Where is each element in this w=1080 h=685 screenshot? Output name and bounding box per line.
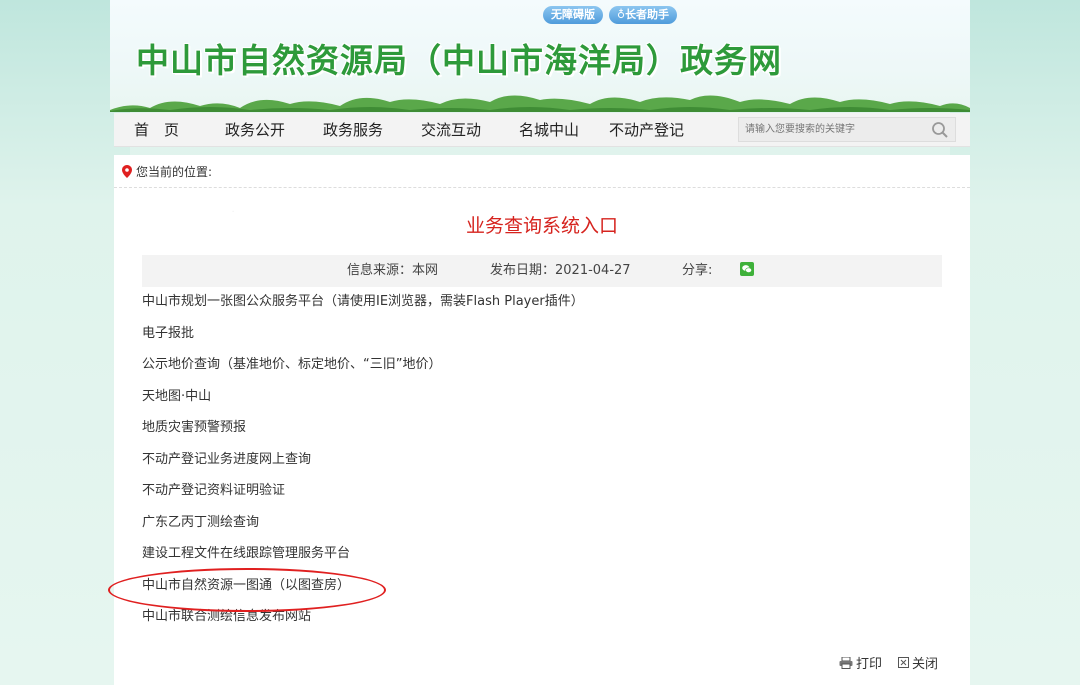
publish-date: 发布日期：2021-04-27 bbox=[490, 263, 631, 278]
search-icon[interactable] bbox=[931, 121, 949, 139]
link-surveying-query[interactable]: 广东乙丙丁测绘查询 bbox=[142, 513, 259, 533]
barrier-free-button[interactable]: 无障碍版 bbox=[543, 6, 603, 24]
nav-interaction[interactable]: 交流互动 bbox=[421, 113, 481, 147]
print-label: 打印 bbox=[856, 657, 883, 672]
page-title: 业务查询系统入口 bbox=[465, 215, 618, 237]
link-construction-tracking[interactable]: 建设工程文件在线跟踪管理服务平台 bbox=[142, 544, 350, 564]
highlight-annotation bbox=[108, 568, 386, 612]
share-label: 分享: bbox=[682, 263, 713, 278]
link-registration-progress[interactable]: 不动产登记业务进度网上查询 bbox=[142, 450, 311, 470]
search-input[interactable] bbox=[739, 118, 919, 141]
info-source: 信息来源：本网 bbox=[347, 263, 439, 278]
nav-famous-city[interactable]: 名城中山 bbox=[519, 113, 579, 147]
link-geo-disaster-warning[interactable]: 地质灾害预警预报 bbox=[142, 418, 246, 438]
link-tianditu[interactable]: 天地图·中山 bbox=[142, 387, 211, 407]
accessibility-tools: 无障碍版 ♁长者助手 bbox=[543, 6, 678, 24]
search-box bbox=[738, 117, 956, 142]
article-meta: 信息来源：本网 发布日期：2021-04-27 分享: bbox=[142, 255, 942, 287]
main-nav: 首 页 政务公开 政务服务 交流互动 名城中山 不动产登记 bbox=[114, 113, 970, 147]
site-title: 中山市自然资源局（中山市海洋局）政务网 bbox=[136, 41, 782, 80]
close-label: 关闭 bbox=[912, 657, 939, 672]
breadcrumb: 您当前的位置: bbox=[122, 163, 212, 180]
breadcrumb-label: 您当前的位置: bbox=[136, 165, 213, 179]
nav-real-estate[interactable]: 不动产登记 bbox=[609, 113, 684, 147]
elder-icon: ♁ bbox=[617, 8, 626, 21]
printer-icon bbox=[839, 656, 853, 669]
link-land-price-query[interactable]: 公示地价查询（基准地价、标定地价、“三旧”地价） bbox=[142, 355, 441, 375]
location-pin-icon bbox=[122, 165, 132, 178]
close-button[interactable]: 关闭 bbox=[898, 653, 938, 672]
print-button[interactable]: 打印 bbox=[839, 653, 882, 672]
elder-helper-button[interactable]: ♁长者助手 bbox=[609, 6, 678, 24]
link-e-approval[interactable]: 电子报批 bbox=[142, 324, 194, 344]
divider bbox=[114, 187, 970, 188]
close-window-icon bbox=[898, 657, 910, 668]
link-planning-map[interactable]: 中山市规划一张图公众服务平台（请使用IE浏览器，需装Flash Player插件… bbox=[142, 292, 584, 312]
nav-home[interactable]: 首 页 bbox=[134, 113, 179, 147]
elder-helper-label: 长者助手 bbox=[625, 8, 670, 21]
wechat-share-icon[interactable] bbox=[740, 262, 754, 276]
nav-gov-services[interactable]: 政务服务 bbox=[323, 113, 383, 147]
treeline-decoration bbox=[110, 95, 970, 112]
nav-gov-affairs-open[interactable]: 政务公开 bbox=[225, 113, 285, 147]
article-actions: 打印 关闭 bbox=[839, 653, 938, 672]
link-registration-verification[interactable]: 不动产登记资料证明验证 bbox=[142, 481, 285, 501]
